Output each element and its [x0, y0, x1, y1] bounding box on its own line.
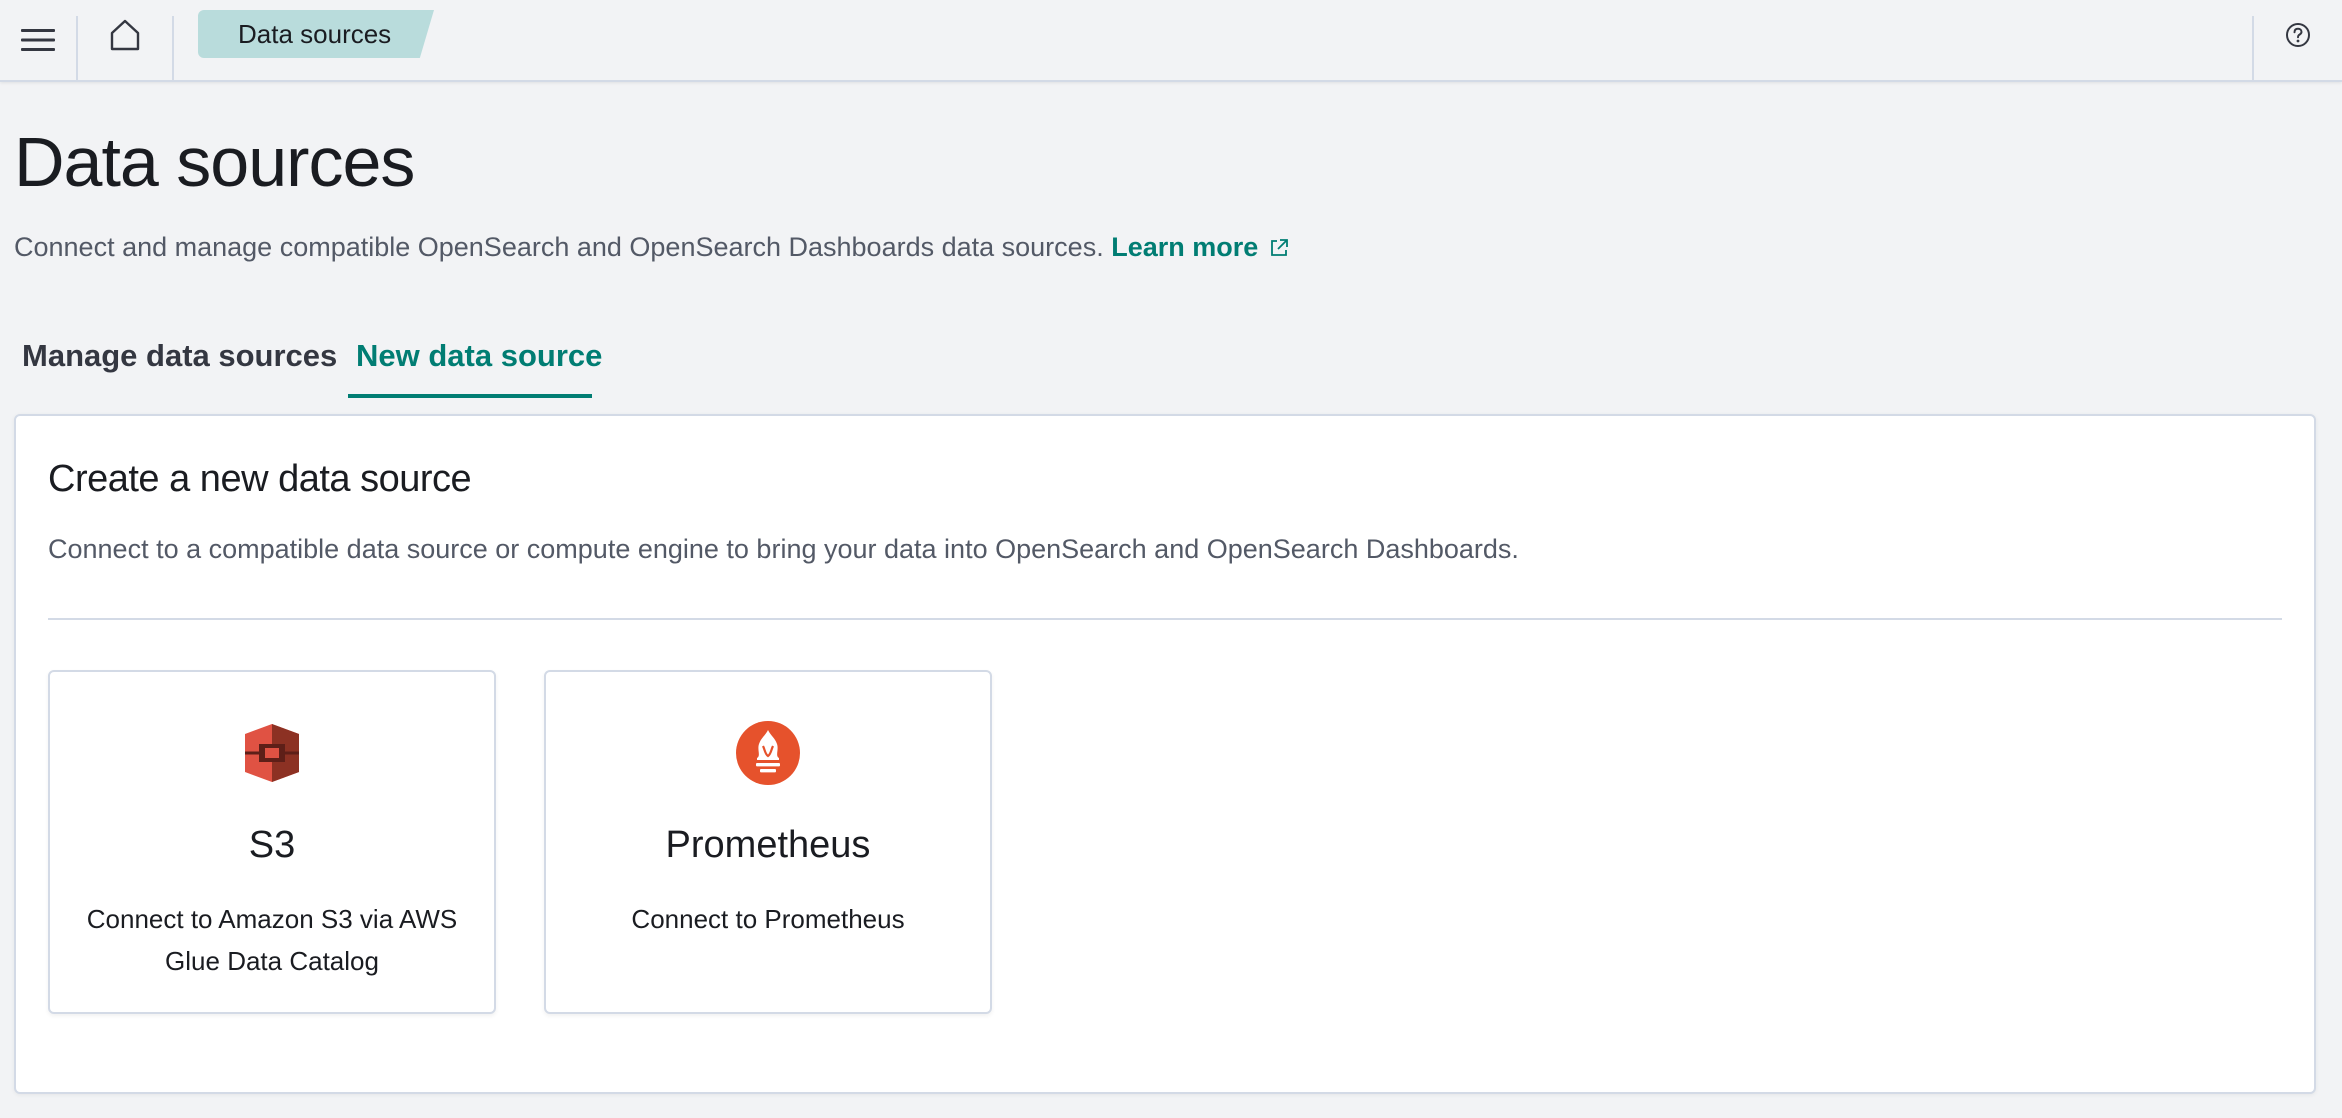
- tab-manage-data-sources[interactable]: Manage data sources: [14, 330, 345, 398]
- help-button[interactable]: [2254, 0, 2342, 70]
- home-button[interactable]: [78, 0, 172, 70]
- card-description: Connect to Amazon S3 via AWS Glue Data C…: [86, 904, 458, 976]
- home-icon: [110, 19, 140, 51]
- page-title: Data sources: [14, 123, 415, 201]
- page-description-text: Connect and manage compatible OpenSearch…: [14, 232, 1104, 262]
- external-link-icon: [1271, 239, 1289, 256]
- menu-button[interactable]: [0, 0, 76, 80]
- panel-description: Connect to a compatible data source or c…: [48, 534, 1519, 564]
- s3-icon: [245, 724, 299, 782]
- create-data-source-panel: Create a new data source Connect to a co…: [14, 414, 2316, 1094]
- page-description: Connect and manage compatible OpenSearch…: [14, 232, 1290, 263]
- prometheus-icon: [736, 721, 800, 785]
- card-title: Prometheus: [665, 824, 871, 866]
- tab-new-data-source[interactable]: New data source: [348, 330, 602, 398]
- prometheus-card[interactable]: Prometheus Connect to Prometheus: [544, 670, 992, 1014]
- panel-title: Create a new data source: [48, 458, 472, 500]
- top-header: Data sources: [0, 0, 2342, 82]
- learn-more-label: Learn more: [1111, 232, 1259, 262]
- card-title: S3: [248, 824, 296, 866]
- help-icon: [2286, 23, 2310, 47]
- header-divider: [172, 16, 174, 82]
- card-description: Connect to Prometheus: [631, 904, 905, 934]
- s3-card[interactable]: S3 Connect to Amazon S3 via AWS Glue Dat…: [48, 670, 496, 1014]
- hamburger-menu-icon: [21, 29, 55, 51]
- divider: [48, 618, 2282, 620]
- learn-more-link[interactable]: Learn more: [1111, 232, 1290, 262]
- breadcrumb[interactable]: Data sources: [198, 10, 434, 58]
